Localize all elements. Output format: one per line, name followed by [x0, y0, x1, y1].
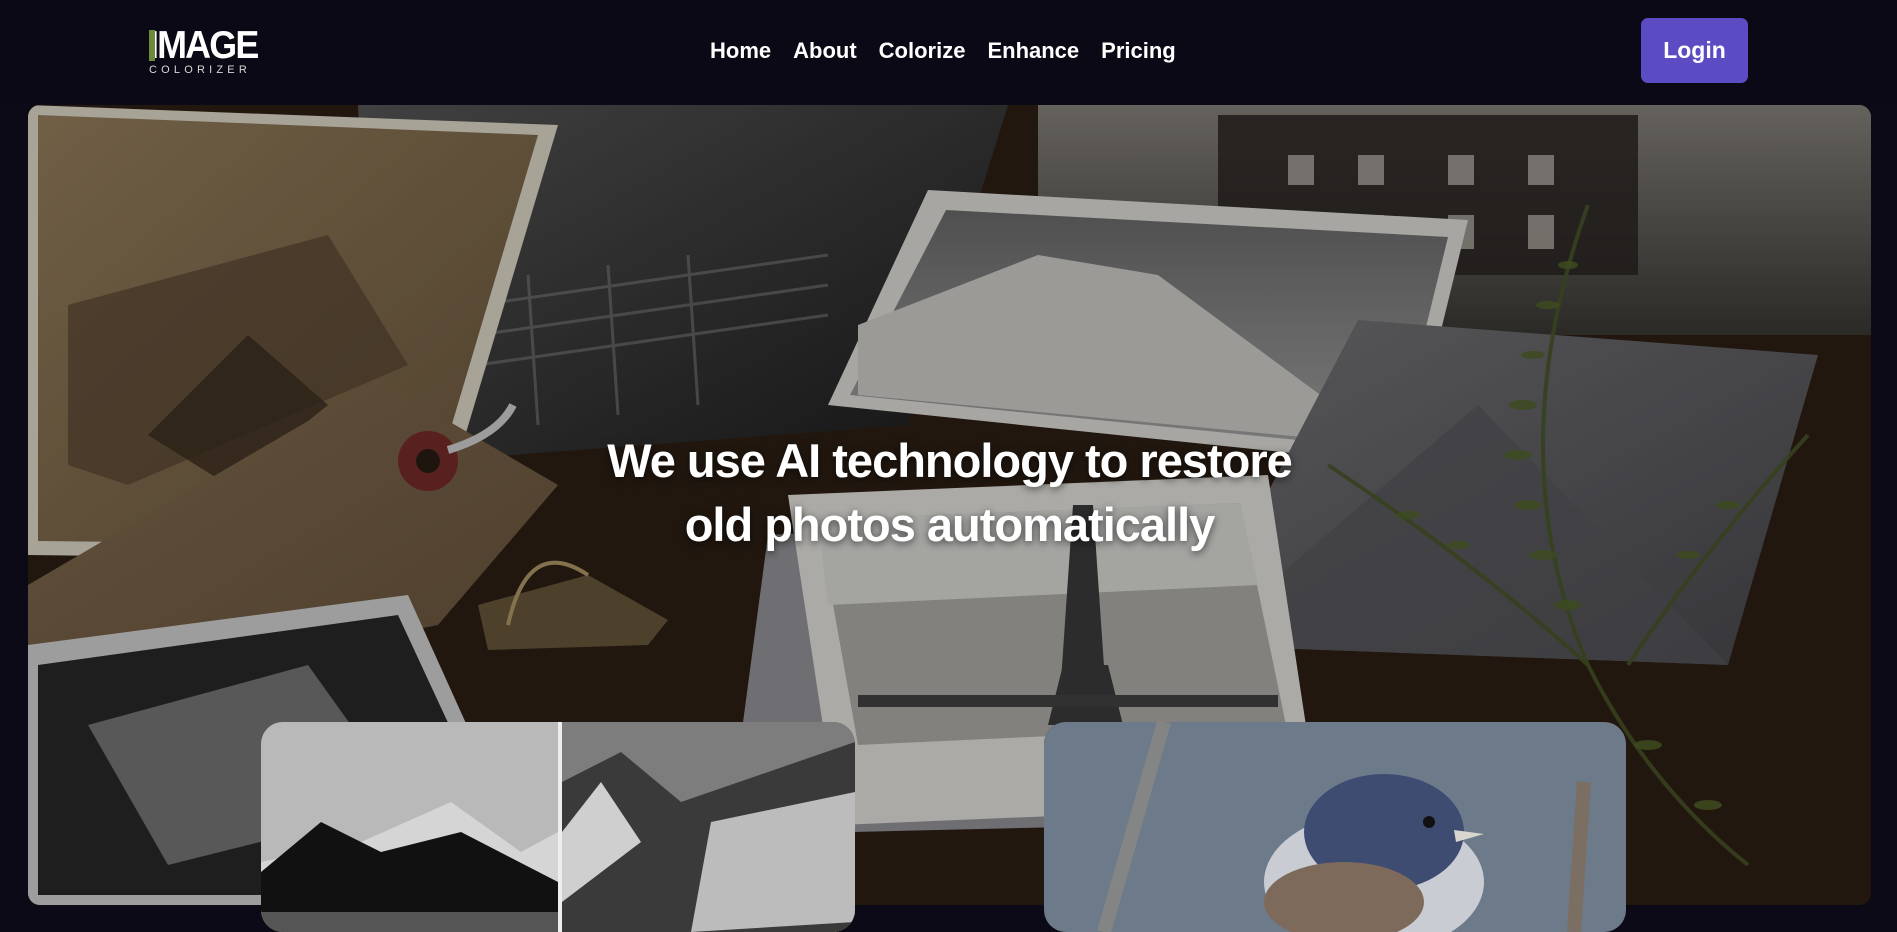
hero-headline-line1: We use AI technology to restore: [607, 434, 1293, 488]
bird-photo-image: [1044, 722, 1626, 932]
nav-pricing-link[interactable]: Pricing: [1101, 36, 1176, 66]
logo-accent-bar: [149, 30, 155, 61]
top-navbar: IMAGE COLORIZER Home About Colorize Enha…: [0, 0, 1897, 104]
bird-before-after-preview[interactable]: [1044, 722, 1626, 932]
nav-enhance-link[interactable]: Enhance: [987, 36, 1079, 66]
hero-headline: We use AI technology to restore old phot…: [28, 429, 1871, 557]
mountain-before-after-preview[interactable]: [261, 722, 855, 932]
mountain-landscape-image: [261, 722, 855, 932]
logo-subtitle: COLORIZER: [149, 64, 251, 76]
nav-about-link[interactable]: About: [793, 36, 857, 66]
nav-colorize-link[interactable]: Colorize: [879, 36, 966, 66]
login-button[interactable]: Login: [1641, 18, 1748, 83]
logo-wordmark: IMAGE: [149, 24, 259, 67]
nav-home-link[interactable]: Home: [710, 36, 771, 66]
main-navigation: Home About Colorize Enhance Pricing: [710, 36, 1198, 66]
site-logo[interactable]: IMAGE COLORIZER: [149, 24, 269, 78]
hero-headline-line2: old photos automatically: [684, 498, 1216, 552]
